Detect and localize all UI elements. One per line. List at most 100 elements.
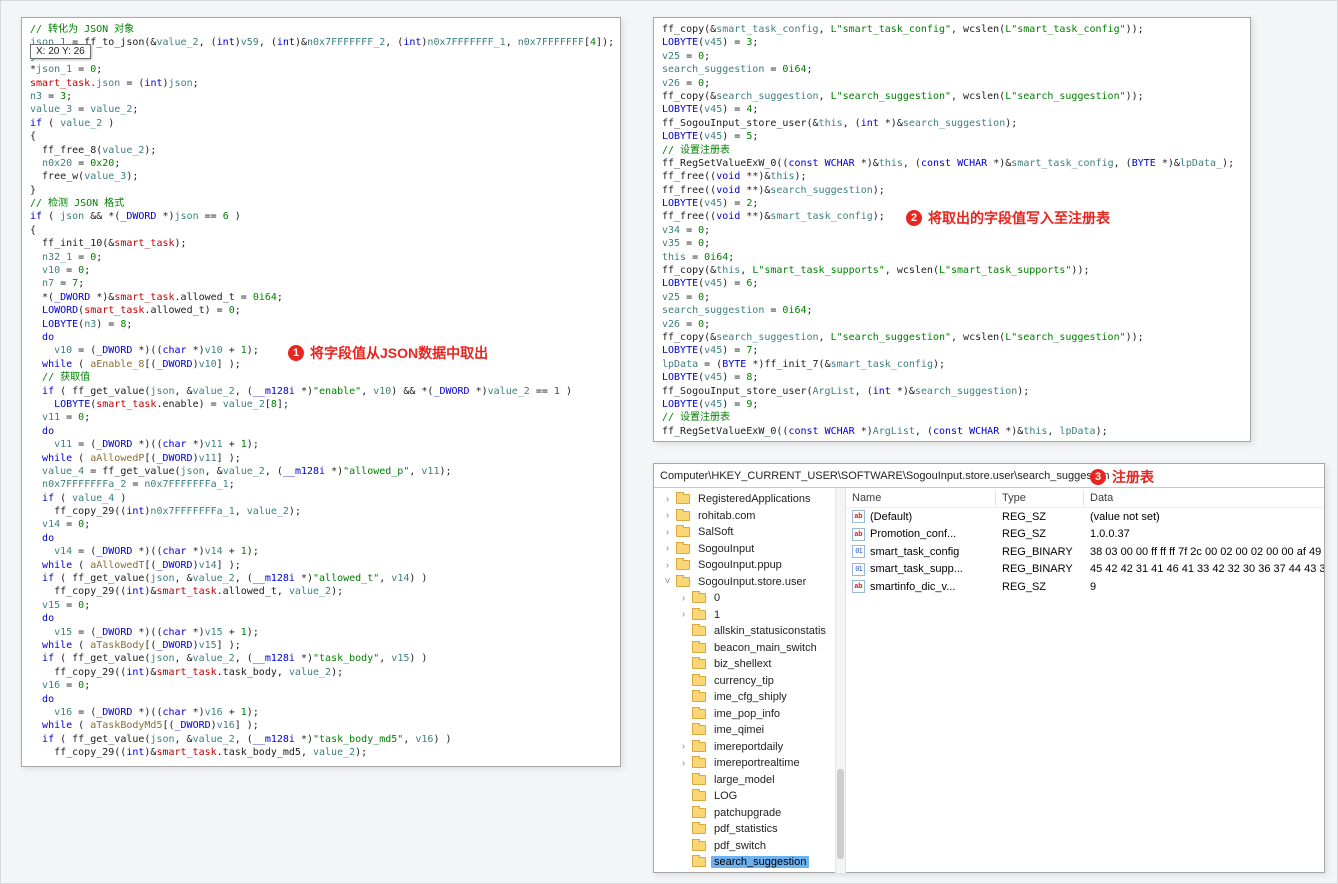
tree-scrollbar-thumb[interactable] bbox=[837, 769, 844, 859]
value-type: REG_SZ bbox=[1002, 580, 1047, 593]
code-line: if ( ff_get_value(json, &value_2, (__m12… bbox=[42, 385, 572, 397]
registry-tree-item[interactable]: LOG bbox=[654, 788, 845, 805]
registry-tree-item[interactable]: ime_pop_info bbox=[654, 706, 845, 723]
chevron-down-icon[interactable]: ˅ bbox=[662, 576, 673, 587]
code-line: ff_SogouInput_store_user(&this, (int *)&… bbox=[662, 117, 1018, 129]
registry-value-row[interactable]: 01 smart_task_supp... REG_BINARY 45 42 42 3… bbox=[846, 561, 1324, 579]
code-line: { bbox=[30, 224, 37, 236]
registry-tree-item[interactable]: search_suggestion bbox=[654, 854, 845, 871]
folder-icon bbox=[692, 640, 706, 653]
code-line: LOWORD(smart_task.allowed_t) = 0; bbox=[42, 305, 241, 317]
code-line: ff_free((void **)&search_suggestion); bbox=[662, 184, 885, 196]
registry-key-label: imereportrealtime bbox=[714, 757, 800, 770]
code-line: do bbox=[42, 331, 55, 343]
chevron-right-icon[interactable]: › bbox=[678, 758, 689, 769]
code-line: LOBYTE(v45) = 5; bbox=[662, 131, 759, 143]
tree-scrollbar[interactable] bbox=[835, 488, 845, 873]
code-line: ff_free((void **)&smart_task_config); bbox=[662, 211, 885, 223]
folder-icon bbox=[676, 574, 690, 587]
registry-tree-item[interactable]: beacon_main_switch bbox=[654, 640, 845, 657]
registry-tree-item[interactable]: › imereportrealtime bbox=[654, 755, 845, 772]
registry-tree-item[interactable]: biz_shellext bbox=[654, 656, 845, 673]
code-line: *(_DWORD *)&smart_task.allowed_t = 0i64; bbox=[30, 291, 283, 303]
registry-tree-item[interactable]: › SogouInput.ppup bbox=[654, 557, 845, 574]
registry-tree-item[interactable]: ˅ SogouInput.store.user bbox=[654, 574, 845, 591]
registry-tree-item[interactable]: › 0 bbox=[654, 590, 845, 607]
registry-key-label: SogouInput.ppup bbox=[698, 559, 782, 572]
reg-sz-icon: ab bbox=[852, 510, 865, 524]
chevron-right-icon[interactable]: › bbox=[678, 593, 689, 604]
registry-tree-item[interactable]: › rohitab.com bbox=[654, 508, 845, 525]
code-line: ff_RegSetValueExW_0((const WCHAR *)&this… bbox=[662, 157, 1235, 169]
code-line: LOBYTE(v45) = 7; bbox=[662, 345, 759, 357]
chevron-right-icon[interactable]: › bbox=[662, 510, 673, 521]
code-line: jso bbox=[30, 50, 612, 63]
registry-value-row[interactable]: 01 smart_task_config REG_BINARY 38 03 00 00… bbox=[846, 543, 1324, 561]
registry-tree-item[interactable]: pdf_switch bbox=[654, 838, 845, 855]
column-header-type[interactable]: Type bbox=[996, 489, 1084, 506]
registry-tree-item[interactable]: large_model bbox=[654, 772, 845, 789]
code-line: ff_init_10(&smart_task); bbox=[30, 238, 187, 250]
registry-tree-item[interactable]: ime_qimei bbox=[654, 722, 845, 739]
chevron-right-icon[interactable]: › bbox=[662, 494, 673, 505]
registry-tree-item[interactable]: currency_tip bbox=[654, 673, 845, 690]
code-line: if ( value_4 ) bbox=[42, 492, 127, 504]
code-line: ff_RegSetValueExW_0((const WCHAR *)ArgLi… bbox=[662, 425, 1108, 437]
code-line: value_4 = ff_get_value(json, &value_2, (… bbox=[42, 465, 452, 477]
chevron-right-icon[interactable]: › bbox=[662, 560, 673, 571]
code-line: v14 = 0; bbox=[42, 519, 91, 531]
code-line: do bbox=[42, 613, 55, 625]
registry-tree-item[interactable]: patchupgrade bbox=[654, 805, 845, 822]
folder-icon bbox=[692, 838, 706, 851]
code-line: smart_task.json = (int)json; bbox=[30, 77, 199, 89]
registry-value-row[interactable]: ab Promotion_conf... REG_SZ 1.0.0.37 bbox=[846, 526, 1324, 544]
chevron-right-icon[interactable]: › bbox=[678, 741, 689, 752]
registry-tree-item[interactable]: pdf_statistics bbox=[654, 821, 845, 838]
code-line: search_suggestion = 0i64; bbox=[662, 305, 813, 317]
code-line: LOBYTE(v45) = 8; bbox=[662, 372, 759, 384]
code-line: n3 = 3; bbox=[30, 90, 73, 102]
code-line: if ( ff_get_value(json, &value_2, (__m12… bbox=[42, 653, 428, 665]
column-header-data[interactable]: Data bbox=[1084, 490, 1324, 506]
registry-key-label: ime_cfg_shiply bbox=[714, 691, 787, 704]
registry-key-label: search_suggestion bbox=[711, 856, 810, 869]
chevron-right-icon[interactable]: › bbox=[662, 543, 673, 554]
registry-tree-item[interactable]: allskin_statusiconstatis bbox=[654, 623, 845, 640]
registry-address-input[interactable] bbox=[654, 469, 1324, 482]
value-data: 38 03 00 00 ff ff ff 7f 2c 00 02 00 02 0… bbox=[1090, 545, 1324, 558]
coordinates-tooltip: X: 20 Y: 26 bbox=[30, 44, 91, 59]
chevron-right-icon[interactable]: › bbox=[678, 609, 689, 620]
registry-value-row[interactable]: ab (Default) REG_SZ (value not set) bbox=[846, 508, 1324, 526]
value-data: (value not set) bbox=[1090, 510, 1160, 523]
value-data: 9 bbox=[1090, 580, 1097, 593]
code-line: while ( aAllowedT[(_DWORD)v14] ); bbox=[42, 559, 241, 571]
code-line: v10 = 0; bbox=[42, 265, 91, 277]
registry-key-label: beacon_main_switch bbox=[714, 641, 817, 654]
registry-tree-item[interactable]: › RegisteredApplications bbox=[654, 491, 845, 508]
code-line: LOBYTE(v45) = 6; bbox=[662, 278, 759, 290]
registry-body: › RegisteredApplications › rohitab.com › SalS… bbox=[654, 488, 1324, 873]
values-header-row: Name Type Data bbox=[846, 488, 1324, 508]
column-header-name[interactable]: Name bbox=[846, 489, 996, 506]
code-line: v11 = 0; bbox=[42, 412, 91, 424]
registry-key-label: imereportdaily bbox=[714, 740, 784, 753]
code-line: LOBYTE(n3) = 8; bbox=[42, 318, 133, 330]
registry-key-label: rohitab.com bbox=[698, 509, 756, 522]
registry-address-bar: 3 注册表 bbox=[654, 464, 1324, 488]
registry-key-label: SogouInput bbox=[698, 542, 755, 555]
pseudocode-listing-right: ff_copy(&smart_task_config, L"smart_task… bbox=[654, 18, 1250, 441]
registry-tree-item[interactable]: ime_cfg_shiply bbox=[654, 689, 845, 706]
registry-value-row[interactable]: ab smartinfo_dic_v... REG_SZ 9 bbox=[846, 578, 1324, 596]
registry-tree-item[interactable]: › imereportdaily bbox=[654, 739, 845, 756]
code-line: ff_SogouInput_store_user(ArgList, (int *… bbox=[662, 385, 1030, 397]
code-line: ff_copy_29((int)&smart_task.task_body, v… bbox=[30, 666, 344, 678]
registry-tree-item[interactable]: › 1 bbox=[654, 607, 845, 624]
registry-tree-item[interactable]: › SalSoft bbox=[654, 524, 845, 541]
code-line: lpData = (BYTE *)ff_init_7(&smart_task_c… bbox=[662, 358, 946, 370]
registry-key-label: large_model bbox=[714, 773, 775, 786]
chevron-right-icon[interactable]: › bbox=[662, 527, 673, 538]
folder-icon bbox=[692, 591, 706, 604]
code-line: v15 = (_DWORD *)((char *)v15 + 1); bbox=[54, 626, 259, 638]
registry-tree-item[interactable]: › SogouInput bbox=[654, 541, 845, 558]
code-line: n7 = 7; bbox=[42, 278, 85, 290]
